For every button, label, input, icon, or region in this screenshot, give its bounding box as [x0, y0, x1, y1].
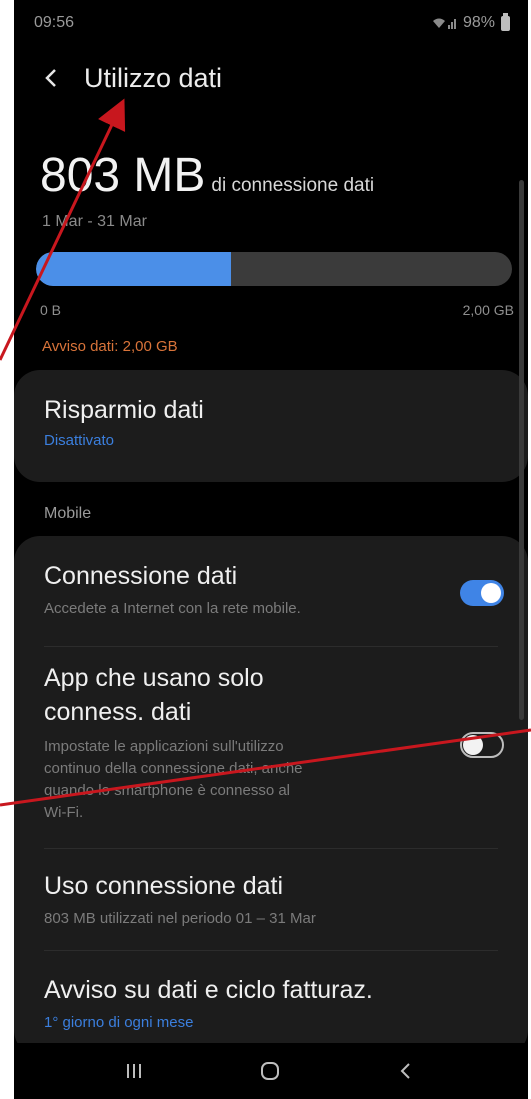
battery-icon: [501, 12, 510, 31]
phone-screen: 09:56 98% Utilizzo dati 803 MB di conness…: [14, 0, 528, 1099]
divider: [44, 848, 498, 849]
usage-progress-bar: [36, 252, 512, 286]
status-icons: 98%: [431, 12, 510, 32]
usage-amount: 803 MB: [40, 149, 206, 202]
status-bar: 09:56 98%: [14, 0, 528, 48]
mobile-data-toggle[interactable]: [460, 580, 504, 606]
usage-summary: 803 MB di connessione dati: [40, 148, 374, 203]
usage-bar-max: 2,00 GB: [462, 302, 514, 318]
billing-cycle-title: Avviso su dati e ciclo fatturaz.: [44, 976, 373, 1004]
usage-period: 1 Mar - 31 Mar: [42, 213, 147, 230]
mobile-data-title: Connessione dati: [44, 562, 238, 590]
data-only-apps-title-line2: conness. dati: [44, 698, 192, 726]
toggle-knob: [481, 583, 501, 603]
divider: [44, 950, 498, 951]
data-warning-limit: Avviso dati: 2,00 GB: [42, 338, 178, 355]
recent-apps-icon[interactable]: [114, 1055, 154, 1087]
data-only-apps-subtitle-line3: quando lo smartphone è connesso al: [44, 782, 291, 799]
section-label-mobile: Mobile: [44, 505, 92, 522]
toggle-knob: [463, 735, 483, 755]
usage-bar-min: 0 B: [40, 302, 62, 318]
status-time: 09:56: [34, 14, 75, 31]
mobile-data-subtitle: Accedete a Internet con la rete mobile.: [44, 600, 301, 617]
data-usage-title: Uso connessione dati: [44, 872, 284, 900]
battery-level: 98%: [462, 14, 495, 31]
usage-description: di connessione dati: [211, 175, 375, 196]
billing-cycle-subtitle: 1° giorno di ogni mese: [44, 1014, 194, 1031]
usage-progress-fill: [36, 252, 232, 286]
data-usage-subtitle: 803 MB utilizzati nel periodo 01 – 31 Ma…: [44, 910, 316, 927]
data-saver-card[interactable]: Risparmio dati Disattivato: [14, 370, 528, 482]
data-only-apps-title-line1: App che usano solo: [44, 664, 264, 692]
data-only-apps-toggle[interactable]: [460, 732, 504, 758]
nav-back-icon[interactable]: [386, 1055, 426, 1087]
data-only-apps-subtitle-line1: Impostate le applicazioni sull'utilizzo: [44, 738, 284, 755]
navigation-bar: [14, 1043, 528, 1099]
data-only-apps-subtitle-line2: continuo della connessione dati, anche: [44, 760, 303, 777]
mobile-settings-card: Connessione dati Accedete a Internet con…: [14, 536, 528, 1056]
data-only-apps-subtitle-line4: Wi-Fi.: [44, 804, 84, 821]
back-arrow-icon[interactable]: [40, 63, 64, 93]
app-header: Utilizzo dati: [14, 55, 528, 103]
page-title: Utilizzo dati: [84, 63, 223, 93]
scrollbar[interactable]: [519, 180, 524, 720]
divider: [44, 646, 498, 647]
home-icon[interactable]: [250, 1055, 290, 1087]
signal-icon: [431, 16, 457, 30]
data-saver-title: Risparmio dati: [44, 396, 204, 424]
data-saver-status: Disattivato: [44, 432, 115, 449]
